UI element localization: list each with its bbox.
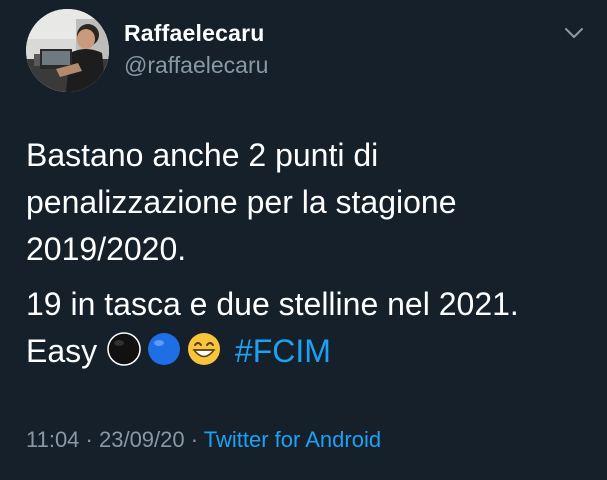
avatar-photo-icon [26, 9, 109, 92]
meta-separator: · [79, 427, 99, 452]
black-circle-emoji [106, 331, 142, 367]
tweet-card: Raffaelecaru @raffaelecaru Bastano anche… [0, 0, 607, 480]
grinning-squinting-face-emoji [186, 331, 222, 367]
meta-separator: · [184, 427, 204, 452]
tweet-word: Easy [26, 333, 98, 369]
tweet-paragraph: Bastano anche 2 punti di penalizzazione … [26, 137, 457, 267]
tweet-time[interactable]: 11:04 [26, 427, 79, 452]
hashtag-link[interactable]: #FCIM [235, 333, 331, 369]
tweet-paragraph: 19 in tasca e due stelline nel 2021. Eas… [26, 281, 586, 375]
tweet-date[interactable]: 23/09/20 [99, 427, 185, 452]
user-handle[interactable]: @raffaelecaru [124, 52, 268, 79]
tweet-source-link[interactable]: Twitter for Android [204, 427, 381, 452]
blue-circle-emoji [146, 331, 182, 367]
avatar[interactable] [26, 9, 109, 92]
tweet-sentence: 19 in tasca e due stelline nel 2021. [26, 286, 519, 322]
chevron-down-icon[interactable] [564, 26, 584, 40]
tweet-text: Bastano anche 2 punti di penalizzazione … [26, 132, 586, 375]
tweet-meta: 11:04 · 23/09/20 · Twitter for Android [26, 427, 381, 453]
display-name[interactable]: Raffaelecaru [124, 20, 264, 47]
